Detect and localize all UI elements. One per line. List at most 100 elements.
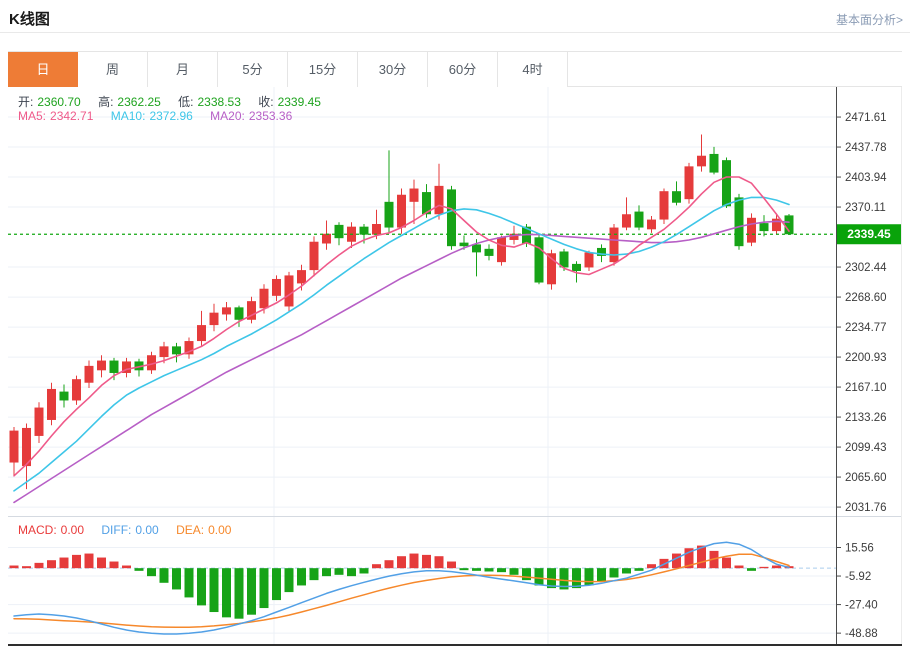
macd-bar [472,568,481,571]
tab-60min[interactable]: 60分 [428,52,498,87]
macd-bar [484,568,494,572]
candle-body [322,233,331,244]
candle-body [222,307,231,315]
candle-body [159,346,169,358]
candle-body [97,360,106,371]
candle-body [9,430,19,463]
candle-body [234,307,244,320]
candle-body [434,185,444,215]
macd-bar [159,568,169,583]
kline-chart-area[interactable]: 2471.61 2437.78 2403.94 2370.11 2302.44 2268.… [8,87,902,646]
page-title: K线图 [9,11,50,28]
candle-body [72,379,81,401]
axis-label: 2031.76 [845,502,887,514]
macd-bar [722,557,731,569]
tab-5min[interactable]: 5分 [218,52,288,87]
tab-4hour[interactable]: 4时 [498,52,568,87]
macd-bar [584,568,594,586]
macd-bar [22,566,31,569]
tab-15min[interactable]: 15分 [288,52,358,87]
candle-body [722,160,731,207]
macd-bar [122,565,131,569]
candle-body [59,391,69,401]
candle-body [584,252,594,268]
candle-body [109,360,119,373]
macd-bar [147,568,156,577]
tab-month[interactable]: 月 [148,52,218,87]
current-price-tag-value: 2339.45 [847,227,891,241]
candle-body [609,227,619,263]
macd-bar [347,568,356,577]
header: K线图 基本面分析> [0,0,910,33]
macd-bar [209,568,219,613]
candle-body [747,217,756,243]
candle-body [534,237,544,283]
candle-body [684,166,694,200]
fundamental-analysis-link[interactable]: 基本面分析> [836,11,903,28]
macd-bar [272,568,281,601]
candle-body [272,278,281,296]
candle-body [47,388,56,420]
candle-body [672,191,681,203]
macd-bar [372,564,381,569]
macd-bar [197,568,206,606]
candle-body [209,312,219,326]
axis-label: 15.56 [845,542,874,554]
macd-bar [597,568,606,582]
candle-body [284,275,294,307]
candle-body [634,211,644,228]
macd-bar [672,553,681,569]
macd-bar [497,568,506,573]
candle-body [384,201,394,228]
macd-bar [97,557,106,569]
tab-30min[interactable]: 30分 [358,52,428,87]
candle-body [622,214,631,228]
axis-label: 2268.60 [845,292,887,304]
candle-body [497,237,506,263]
candle-body [372,223,381,235]
macd-bar [72,554,81,569]
axis-label: 2471.61 [845,112,887,124]
macd-bar [772,565,781,569]
macd-bar [172,568,181,590]
macd-bar [384,560,394,569]
macd-bar [222,568,231,618]
axis-label: -48.88 [845,628,878,640]
candle-body [572,263,581,271]
macd-bar [622,568,631,574]
macd-bar [759,566,769,569]
candle-body [197,325,206,342]
macd-bar [84,553,94,569]
macd-bar [9,565,19,569]
candle-body [34,407,44,436]
macd-bar [297,568,306,586]
candle-body [459,242,469,247]
axis-label: -5.92 [845,571,871,583]
tab-day[interactable]: 日 [8,52,78,87]
macd-bar [734,565,744,569]
candle-body [697,155,706,167]
macd-bar [397,556,406,569]
macd-bar [109,561,119,569]
candle-body [709,153,719,173]
macd-bar [334,568,344,575]
kline-chart-svg[interactable]: 2471.61 2437.78 2403.94 2370.11 2302.44 2268.… [8,87,902,646]
candle-body [84,365,94,383]
macd-bar [184,568,194,598]
macd-bar [284,568,294,593]
macd-bar [34,562,44,569]
candle-body [397,194,406,228]
axis-label: -27.40 [845,600,878,612]
period-tabbar: 日 周 月 5分 15分 30分 60分 4时 [8,51,902,87]
macd-bar [522,568,531,581]
candle-body [409,188,419,202]
tab-week[interactable]: 周 [78,52,148,87]
macd-bar [647,564,656,569]
axis-label: 2437.78 [845,142,887,154]
macd-bar [509,568,519,575]
macd-bar [634,568,644,571]
candle-body [359,226,369,235]
candle-body [259,288,269,309]
macd-bar [247,568,256,615]
macd-bar [422,554,431,569]
